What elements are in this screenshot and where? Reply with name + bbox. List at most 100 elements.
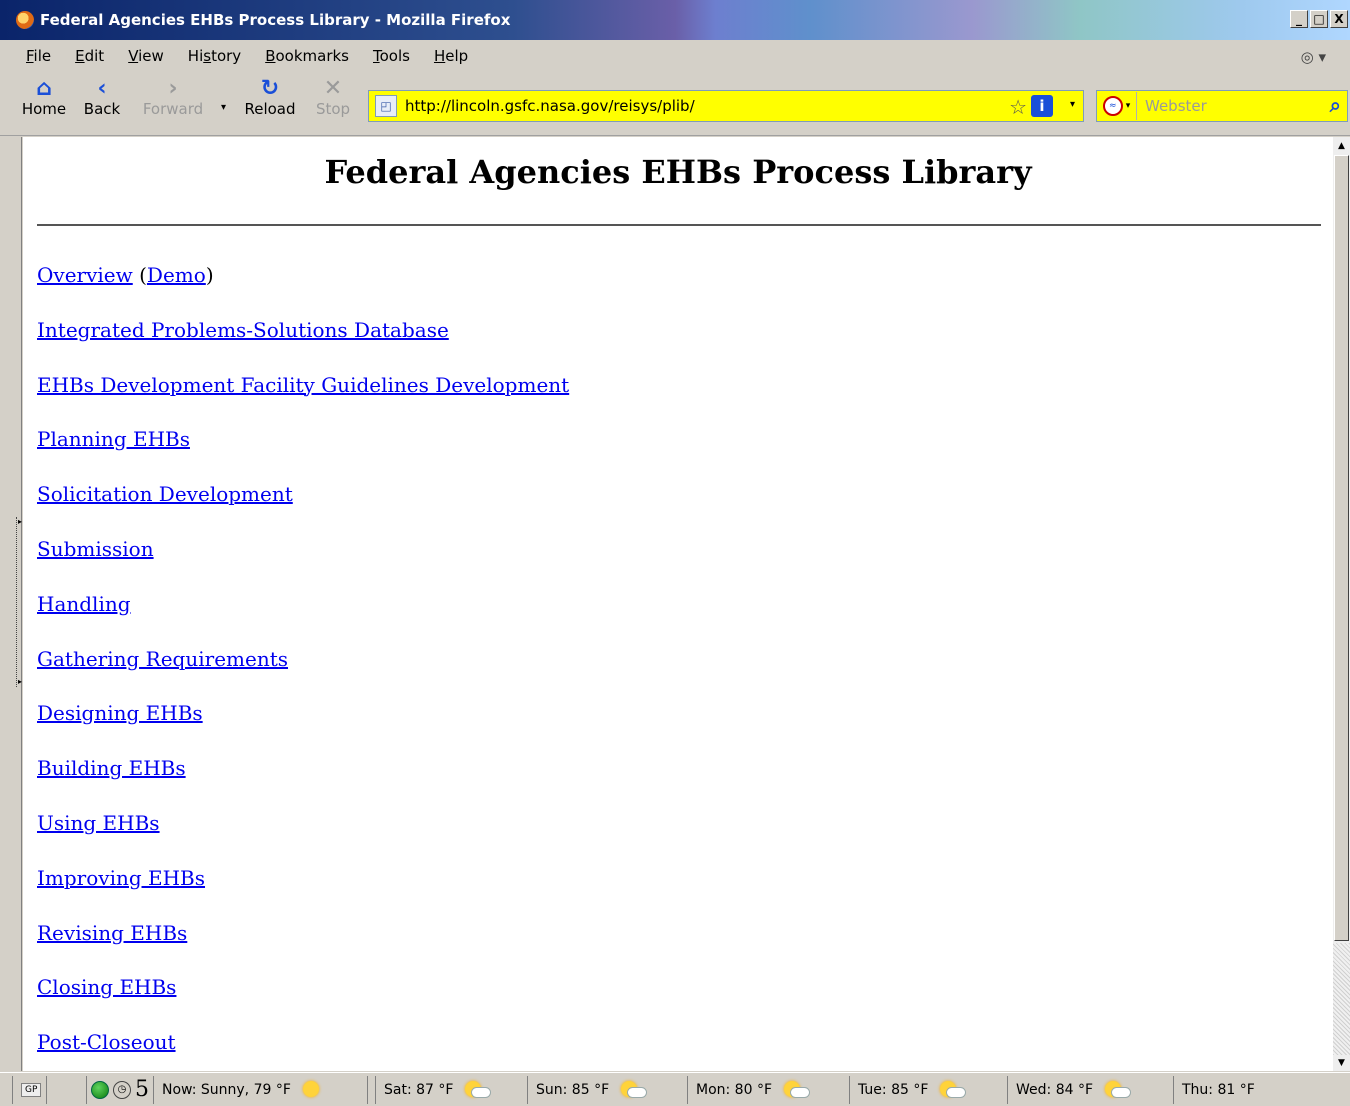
- title-bar: Federal Agencies EHBs Process Library - …: [0, 0, 1350, 40]
- weather-now[interactable]: Now: Sunny, 79 °F: [153, 1075, 367, 1104]
- list-item: Overview (Demo): [37, 263, 214, 287]
- menu-bar: File Edit View History Bookmarks Tools H…: [0, 40, 1350, 72]
- gp-badge: GP: [21, 1082, 42, 1097]
- link-facility-guidelines[interactable]: EHBs Development Facility Guidelines Dev…: [37, 373, 569, 397]
- maximize-button[interactable]: □: [1310, 10, 1328, 28]
- link-problems-solutions-database[interactable]: Integrated Problems-Solutions Database: [37, 318, 449, 342]
- menu-help[interactable]: Help: [422, 47, 480, 65]
- site-identity-icon[interactable]: ◰: [375, 95, 397, 117]
- partly-cloudy-icon: [1103, 1080, 1132, 1099]
- splitter-arrow-icon: ▸: [18, 677, 23, 686]
- list-item: Planning EHBs: [37, 427, 569, 482]
- status-bar: GP ◷ 5 Now: Sunny, 79 °F Sat: 87 °F Sun:…: [0, 1072, 1350, 1106]
- link-designing[interactable]: Designing EHBs: [37, 701, 203, 725]
- forward-arrow-icon: ›: [168, 76, 178, 101]
- list-item: Integrated Problems-Solutions Database: [37, 318, 569, 373]
- forward-button[interactable]: › Forward: [140, 76, 206, 119]
- info-icon[interactable]: i: [1031, 95, 1053, 117]
- forecast-label: Sat: 87 °F: [384, 1081, 454, 1098]
- forecast-sun[interactable]: Sun: 85 °F: [527, 1075, 687, 1104]
- forecast-label: Thu: 81 °F: [1182, 1081, 1255, 1098]
- forecast-thu[interactable]: Thu: 81 °F: [1173, 1075, 1350, 1104]
- link-using[interactable]: Using EHBs: [37, 811, 160, 835]
- stop-button[interactable]: ✕ Stop: [310, 76, 356, 119]
- bookmark-star-icon[interactable]: ☆: [1009, 95, 1027, 119]
- list-item: Closing EHBs: [37, 975, 569, 1030]
- scrollbar-thumb[interactable]: [1334, 155, 1349, 941]
- stop-icon: ✕: [323, 76, 343, 101]
- engine-dropdown-icon: ▾: [1125, 101, 1131, 111]
- forecast-sat[interactable]: Sat: 87 °F: [375, 1075, 527, 1104]
- navigation-toolbar: ⌂ Home ‹ Back › Forward ▾ ↻ Reload ✕ Sto…: [0, 72, 1350, 136]
- scroll-up-icon[interactable]: ▲: [1333, 137, 1350, 154]
- divider: [37, 224, 1321, 226]
- vertical-scrollbar[interactable]: ▲ ▼: [1333, 137, 1350, 1071]
- counter: 5: [135, 1077, 149, 1102]
- status-green-icon: [91, 1080, 109, 1099]
- link-building[interactable]: Building EHBs: [37, 756, 186, 780]
- overview-link[interactable]: Overview: [37, 263, 133, 287]
- forecast-mon[interactable]: Mon: 80 °F: [687, 1075, 849, 1104]
- link-handling[interactable]: Handling: [37, 592, 131, 616]
- url-bar[interactable]: ◰ http://lincoln.gsfc.nasa.gov/reisys/pl…: [368, 90, 1084, 122]
- back-button[interactable]: ‹ Back: [76, 78, 128, 119]
- forecast-label: Sun: 85 °F: [536, 1081, 610, 1098]
- partly-cloudy-icon: [619, 1080, 648, 1099]
- addon-status-cell[interactable]: ◷ 5: [86, 1075, 153, 1104]
- search-icon[interactable]: ⌕: [1330, 93, 1341, 117]
- menu-edit[interactable]: Edit: [63, 47, 116, 65]
- url-text[interactable]: http://lincoln.gsfc.nasa.gov/reisys/plib…: [405, 97, 695, 115]
- search-engine-selector[interactable]: ≈ ▾: [1097, 92, 1137, 120]
- close-button[interactable]: X: [1330, 10, 1348, 28]
- link-revising[interactable]: Revising EHBs: [37, 921, 187, 945]
- list-item: Building EHBs: [37, 756, 569, 811]
- link-post-closeout[interactable]: Post-Closeout: [37, 1030, 176, 1054]
- url-dropdown-icon[interactable]: ▾: [1070, 99, 1075, 110]
- list-item: Revising EHBs: [37, 921, 569, 976]
- web-page: Federal Agencies EHBs Process Library Ov…: [23, 137, 1333, 1071]
- forecast-tue[interactable]: Tue: 85 °F: [849, 1075, 1007, 1104]
- demo-link[interactable]: Demo: [147, 263, 206, 287]
- menu-file[interactable]: File: [14, 47, 63, 65]
- sunny-icon: [301, 1080, 329, 1099]
- firefox-icon: [16, 11, 34, 29]
- link-solicitation[interactable]: Solicitation Development: [37, 482, 293, 506]
- splitter-arrow-icon: ▸: [18, 517, 23, 526]
- list-item: Solicitation Development: [37, 482, 569, 537]
- reload-button[interactable]: ↻ Reload: [240, 76, 300, 119]
- forecast-label: Mon: 80 °F: [696, 1081, 773, 1098]
- sidebar-splitter[interactable]: ▸ ▸: [8, 137, 22, 1071]
- minimize-button[interactable]: _: [1290, 10, 1308, 28]
- partly-cloudy-icon: [782, 1080, 811, 1099]
- gp-cell[interactable]: GP: [12, 1075, 46, 1104]
- search-bar[interactable]: ≈ ▾ Webster ⌕: [1096, 90, 1348, 122]
- link-planning[interactable]: Planning EHBs: [37, 427, 190, 451]
- forecast-label: Tue: 85 °F: [858, 1081, 929, 1098]
- back-label: Back: [83, 100, 121, 118]
- list-item: Designing EHBs: [37, 701, 569, 756]
- menu-history[interactable]: History: [176, 47, 253, 65]
- scroll-down-icon[interactable]: ▼: [1333, 1054, 1350, 1071]
- home-icon: ⌂: [36, 76, 52, 101]
- forward-label: Forward: [142, 100, 204, 118]
- menu-view[interactable]: View: [116, 47, 176, 65]
- forecast-wed[interactable]: Wed: 84 °F: [1007, 1075, 1173, 1104]
- splitter-grip: [16, 517, 17, 687]
- menu-bookmarks[interactable]: Bookmarks: [253, 47, 361, 65]
- menu-tools[interactable]: Tools: [361, 47, 422, 65]
- history-dropdown-icon[interactable]: ▾: [221, 102, 226, 113]
- scrollbar-track[interactable]: [1333, 943, 1350, 1055]
- link-improving[interactable]: Improving EHBs: [37, 866, 205, 890]
- reload-icon: ↻: [260, 76, 280, 101]
- link-closing[interactable]: Closing EHBs: [37, 975, 176, 999]
- home-label: Home: [21, 100, 67, 118]
- content-frame: ▸ ▸ Federal Agencies EHBs Process Librar…: [0, 137, 1350, 1071]
- window-controls: _ □ X: [1290, 10, 1348, 28]
- list-item: Handling: [37, 592, 569, 647]
- forecast-label: Wed: 84 °F: [1016, 1081, 1094, 1098]
- link-submission[interactable]: Submission: [37, 537, 154, 561]
- link-gathering-requirements[interactable]: Gathering Requirements: [37, 647, 288, 671]
- list-item: Gathering Requirements: [37, 647, 569, 702]
- home-button[interactable]: ⌂ Home: [18, 76, 70, 119]
- search-input[interactable]: Webster: [1145, 97, 1207, 115]
